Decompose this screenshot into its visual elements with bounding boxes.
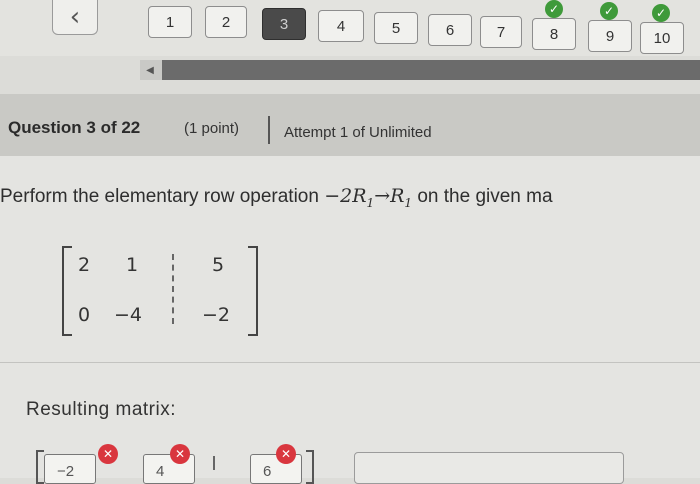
- question-number: 8: [549, 25, 559, 43]
- question-2-button[interactable]: 2: [205, 6, 247, 38]
- answered-check-icon: ✓: [545, 0, 563, 18]
- question-number: 2: [221, 13, 231, 31]
- attempt-counter: Attempt 1 of Unlimited: [284, 124, 432, 141]
- error-x-icon: ✕: [276, 444, 296, 464]
- matrix-right-bracket: [248, 246, 258, 336]
- question-number: 5: [391, 19, 401, 37]
- question-9-button[interactable]: 9: [588, 20, 632, 52]
- question-8-button[interactable]: 8: [532, 18, 576, 50]
- answer-left-bracket: [36, 450, 44, 484]
- matrix-cell: 0: [78, 304, 91, 326]
- chevron-left-icon: ‹: [69, 2, 81, 32]
- question-5-button[interactable]: 5: [374, 12, 418, 44]
- question-4-button[interactable]: 4: [318, 10, 364, 42]
- operation-arrow: →R: [374, 185, 405, 207]
- question-points: (1 point): [184, 120, 240, 137]
- matrix-left-bracket: [62, 246, 72, 336]
- answer-feedback-box: [354, 452, 624, 484]
- answered-check-icon: ✓: [600, 2, 618, 20]
- prompt-text: Perform the elementary row operation: [0, 186, 325, 207]
- operation-coefficient: −2R: [324, 185, 367, 207]
- section-divider: [0, 362, 700, 363]
- answer-input-r1c1[interactable]: −2: [44, 454, 96, 484]
- matrix-cell: −2: [202, 304, 231, 326]
- question-7-button[interactable]: 7: [480, 16, 522, 48]
- resulting-matrix-label: Resulting matrix:: [26, 399, 176, 420]
- question-number: 7: [496, 23, 506, 41]
- scrollbar-thumb[interactable]: [162, 60, 700, 80]
- matrix-cell: 5: [212, 254, 225, 276]
- given-matrix: 2 1 5 0 −4 −2: [62, 246, 258, 336]
- row-operation: −2R1→R1: [324, 185, 413, 210]
- augmented-divider: [172, 254, 174, 324]
- answered-check-icon: ✓: [652, 4, 670, 22]
- error-x-icon: ✕: [170, 444, 190, 464]
- operation-subscript: 1: [404, 195, 413, 210]
- error-x-icon: ✕: [98, 444, 118, 464]
- prompt-text: on the given ma: [412, 186, 553, 207]
- question-6-button[interactable]: 6: [428, 14, 472, 46]
- question-number: 6: [445, 21, 455, 39]
- header-divider: [268, 116, 270, 144]
- question-10-button[interactable]: 10: [640, 22, 684, 54]
- matrix-cell: 2: [78, 254, 91, 276]
- question-number: 10: [653, 29, 671, 47]
- question-number: 3: [279, 15, 289, 33]
- answer-value: 4: [156, 463, 165, 480]
- question-number: 1: [165, 13, 175, 31]
- matrix-cell: 1: [126, 254, 139, 276]
- scroll-left-arrow-icon[interactable]: ◀: [140, 60, 160, 80]
- answer-value: −2: [57, 463, 75, 480]
- matrix-cell: −4: [114, 304, 143, 326]
- answer-right-bracket: [306, 450, 314, 484]
- previous-question-button[interactable]: ‹: [52, 0, 98, 35]
- question-1-button[interactable]: 1: [148, 6, 192, 38]
- question-3-button[interactable]: 3: [262, 8, 306, 40]
- answer-value: 6: [263, 463, 272, 480]
- question-number: 4: [336, 17, 346, 35]
- question-prompt: Perform the elementary row operation −2R…: [0, 185, 553, 210]
- question-title: Question 3 of 22: [8, 118, 141, 137]
- question-number: 9: [605, 27, 615, 45]
- augmented-divider: [213, 456, 215, 470]
